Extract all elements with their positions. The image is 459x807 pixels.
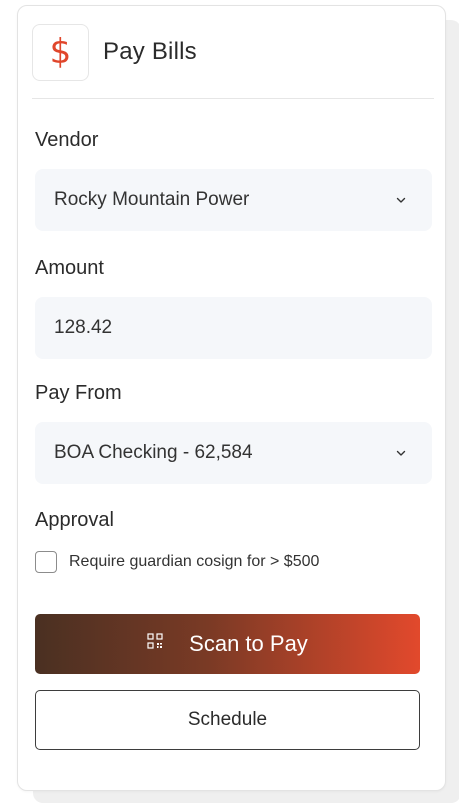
page-title: Pay Bills: [103, 38, 197, 65]
schedule-label: Schedule: [187, 709, 268, 730]
guardian-cosign-row: Require guardian cosign for > $500: [35, 551, 319, 573]
chevron-down-icon: [394, 446, 408, 460]
scan-to-pay-label: Scan to Pay: [189, 631, 308, 656]
app-logo: $: [32, 23, 89, 81]
amount-input[interactable]: 128.42: [35, 297, 432, 359]
vendor-label: Vendor: [35, 129, 99, 151]
amount-input-value: 128.42: [54, 317, 113, 338]
card-header: $ Pay Bills: [32, 22, 197, 82]
amount-label: Amount: [35, 257, 104, 279]
pay-from-label: Pay From: [35, 382, 122, 404]
qr-code-icon: [147, 633, 163, 649]
guardian-cosign-label[interactable]: Require guardian cosign for > $500: [69, 553, 319, 571]
vendor-select-value: Rocky Mountain Power: [54, 189, 250, 210]
pay-from-select-value: BOA Checking - 62,584: [54, 442, 253, 463]
pay-from-select[interactable]: BOA Checking - 62,584: [35, 422, 432, 484]
approval-label: Approval: [35, 509, 114, 531]
header-divider: [32, 98, 434, 99]
pay-bills-card: $ Pay Bills Vendor Rocky Mountain Power …: [17, 5, 446, 791]
chevron-down-icon: [394, 193, 408, 207]
vendor-select[interactable]: Rocky Mountain Power: [35, 169, 432, 231]
scan-to-pay-button[interactable]: Scan to Pay: [35, 614, 420, 674]
guardian-cosign-checkbox[interactable]: [35, 551, 57, 573]
dollar-sign-icon: $: [49, 32, 72, 72]
schedule-button[interactable]: Schedule: [35, 690, 420, 750]
